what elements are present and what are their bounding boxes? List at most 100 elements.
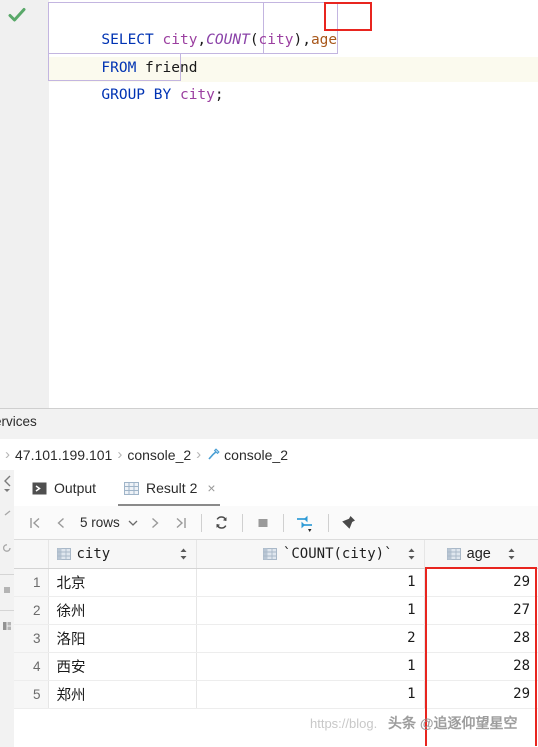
stop-icon[interactable]: [252, 512, 274, 534]
grid-icon: [124, 481, 139, 496]
pin-icon[interactable]: [338, 512, 360, 534]
cell-city[interactable]: 徐州: [48, 596, 197, 625]
stop-small-icon[interactable]: [1, 584, 13, 596]
sort-updown-icon[interactable]: [171, 547, 188, 561]
green-check-icon[interactable]: [8, 6, 26, 24]
tab-result-2[interactable]: Result 2 ×: [118, 470, 220, 506]
sql-semicolon: ;: [214, 87, 224, 103]
table-body: 1 北京 1 29 2 徐州 1 27 3 洛阳 2 28 4 西安 1 28 …: [14, 568, 538, 709]
cell-count[interactable]: 2: [196, 624, 425, 653]
header-column-city[interactable]: city: [48, 540, 197, 569]
table-row[interactable]: 2 徐州 1 27: [14, 596, 538, 625]
toolbar-divider-3: [282, 513, 284, 532]
chevron-down-icon[interactable]: [126, 512, 140, 534]
rows-count-label[interactable]: 5 rows: [80, 515, 120, 530]
breadcrumb: › 47.101.199.101 › console_2 › console_2: [0, 439, 538, 471]
cell-count[interactable]: 1: [196, 568, 425, 597]
table-column-icon: [262, 547, 277, 561]
table-row[interactable]: 4 西安 1 28: [14, 652, 538, 681]
header-row-index: [14, 540, 49, 569]
header-column-age[interactable]: age: [424, 540, 538, 569]
watermark-author: 头条 @追逐仰望星空: [388, 715, 518, 731]
tab-output-label: Output: [54, 480, 97, 496]
toolbar-divider-1: [200, 513, 202, 532]
transpose-icon[interactable]: [293, 512, 319, 534]
code-line-3[interactable]: GROUP BY city;: [49, 58, 223, 103]
sql-paren-open: (: [249, 32, 259, 48]
console-output-icon: [32, 481, 47, 496]
services-tab-label: ervices: [0, 414, 37, 429]
console-icon: [206, 447, 221, 462]
sql-paren-close: ): [293, 32, 303, 48]
refresh-icon[interactable]: [211, 512, 233, 534]
next-page-button[interactable]: [144, 512, 166, 534]
table-row[interactable]: 5 郑州 1 29: [14, 680, 538, 709]
tab-output[interactable]: Output: [32, 470, 96, 506]
table-head: city `COUNT(city)` age: [14, 540, 538, 569]
cell-age[interactable]: 29: [424, 680, 538, 709]
data-small-icon[interactable]: [1, 620, 13, 632]
row-index: 3: [14, 624, 49, 653]
strip-divider-2: [0, 610, 14, 611]
breadcrumb-chevron-2: ›: [196, 446, 202, 463]
sql-column-city-2: city: [258, 32, 294, 48]
breadcrumb-chevron-0: ›: [5, 446, 10, 463]
table-row[interactable]: 3 洛阳 2 28: [14, 624, 538, 653]
row-index: 2: [14, 596, 49, 625]
sql-function-count: COUNT: [206, 32, 250, 48]
code-area[interactable]: SELECT city,COUNT(city),age FROM friend …: [48, 0, 538, 408]
toolbar-divider-2: [241, 513, 243, 532]
breadcrumb-item-schema[interactable]: console_2: [127, 447, 191, 463]
header-column-city-label: city: [76, 545, 111, 562]
header-column-count-label: `COUNT(city)`: [282, 545, 393, 562]
sql-keyword-group-by: GROUP BY: [101, 87, 180, 103]
sql-column-age: age: [310, 32, 338, 48]
cell-age[interactable]: 29: [424, 568, 538, 597]
result-table: city `COUNT(city)` age 1 北京 1 29 2 徐州 1 …: [14, 540, 538, 709]
sql-comma-1: ,: [197, 32, 207, 48]
first-page-button[interactable]: [24, 512, 46, 534]
sql-editor[interactable]: SELECT city,COUNT(city),age FROM friend …: [0, 0, 538, 408]
breadcrumb-chevron-1: ›: [117, 446, 123, 463]
cell-city[interactable]: 郑州: [48, 680, 197, 709]
cell-city[interactable]: 西安: [48, 652, 197, 681]
row-index: 5: [14, 680, 49, 709]
last-page-button[interactable]: [170, 512, 192, 534]
cell-age[interactable]: 28: [424, 652, 538, 681]
toolbar-divider-4: [327, 513, 329, 532]
cell-count[interactable]: 1: [196, 652, 425, 681]
cell-count[interactable]: 1: [196, 596, 425, 625]
table-row[interactable]: 1 北京 1 29: [14, 568, 538, 597]
sql-column-city-3: city: [179, 87, 215, 103]
sql-comma-2: ,: [302, 32, 311, 48]
sort-updown-icon[interactable]: [399, 547, 416, 561]
code-line-1[interactable]: SELECT city,COUNT(city),age: [49, 3, 337, 48]
prev-page-button[interactable]: [50, 512, 72, 534]
header-column-age-label: age: [466, 545, 491, 562]
cell-city[interactable]: 北京: [48, 568, 197, 597]
chevron-small-icon[interactable]: [1, 508, 13, 520]
cell-age[interactable]: 27: [424, 596, 538, 625]
left-vertical-toolbar: [0, 470, 15, 747]
cell-age[interactable]: 28: [424, 624, 538, 653]
strip-divider-1: [0, 574, 14, 575]
code-line-2[interactable]: FROM friend: [49, 31, 197, 76]
cell-count[interactable]: 1: [196, 680, 425, 709]
services-tool-tab[interactable]: ervices: [0, 409, 538, 440]
tab-result-2-label: Result 2: [146, 480, 198, 496]
table-column-icon: [446, 547, 461, 561]
sort-updown-icon[interactable]: [499, 547, 516, 561]
breadcrumb-item-host[interactable]: 47.101.199.101: [15, 447, 112, 463]
result-tabbar: Output Result 2 ×: [14, 470, 538, 507]
row-index: 1: [14, 568, 49, 597]
cell-city[interactable]: 洛阳: [48, 624, 197, 653]
header-column-count[interactable]: `COUNT(city)`: [196, 540, 425, 569]
refresh-small-icon[interactable]: [1, 542, 13, 554]
close-icon[interactable]: ×: [207, 480, 215, 496]
bottom-tool-window: ervices › 47.101.199.101 › console_2 › c…: [0, 408, 538, 747]
editor-gutter: [0, 0, 39, 408]
result-toolbar: 5 rows: [14, 506, 538, 540]
breadcrumb-item-console[interactable]: console_2: [224, 447, 288, 463]
table-column-icon: [56, 547, 71, 561]
collapse-icon[interactable]: [1, 474, 13, 492]
